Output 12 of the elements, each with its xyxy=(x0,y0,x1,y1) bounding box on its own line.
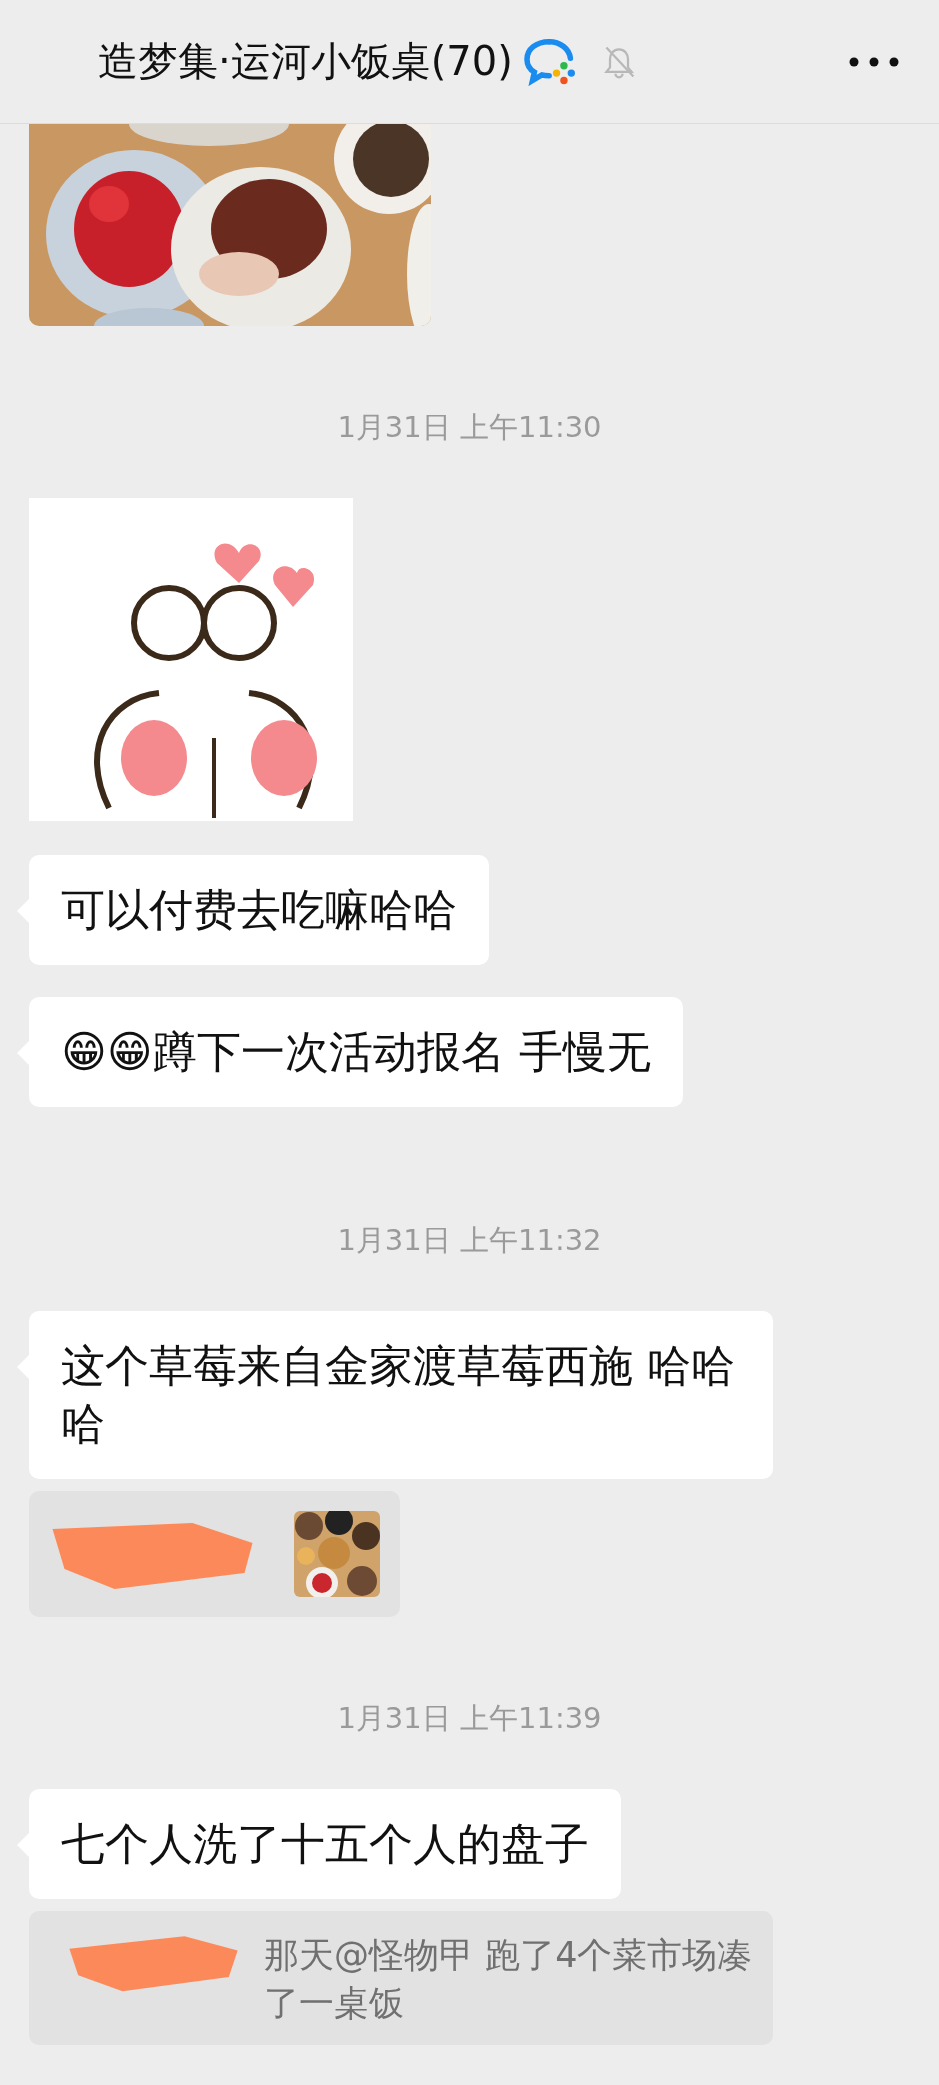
message-bubble[interactable]: 七个人洗了十五个人的盘子 xyxy=(29,1789,621,1899)
timestamp: 1月31日 上午11:32 xyxy=(337,1222,602,1259)
quote-box[interactable]: 那天@怪物甲 跑了4个菜市场凑了一桌饭 xyxy=(29,1911,773,2045)
quote-text: 那天@怪物甲 跑了4个菜市场凑了一桌饭 xyxy=(264,1934,754,2025)
more-icon[interactable] xyxy=(849,56,899,67)
message-bubble[interactable]: 可以付费去吃嘛哈哈 xyxy=(29,855,489,965)
chat-title: 造梦集·运河小饭桌(70) xyxy=(98,37,513,86)
message-bubble[interactable]: 这个草莓来自金家渡草莓西施 哈哈哈 xyxy=(29,1311,773,1479)
message-bubble[interactable]: 😁😁蹲下一次活动报名 手慢无 xyxy=(29,997,683,1107)
timestamp: 1月31日 上午11:39 xyxy=(337,1700,602,1737)
timestamp: 1月31日 上午11:30 xyxy=(337,409,602,446)
quote-box[interactable] xyxy=(29,1491,400,1617)
